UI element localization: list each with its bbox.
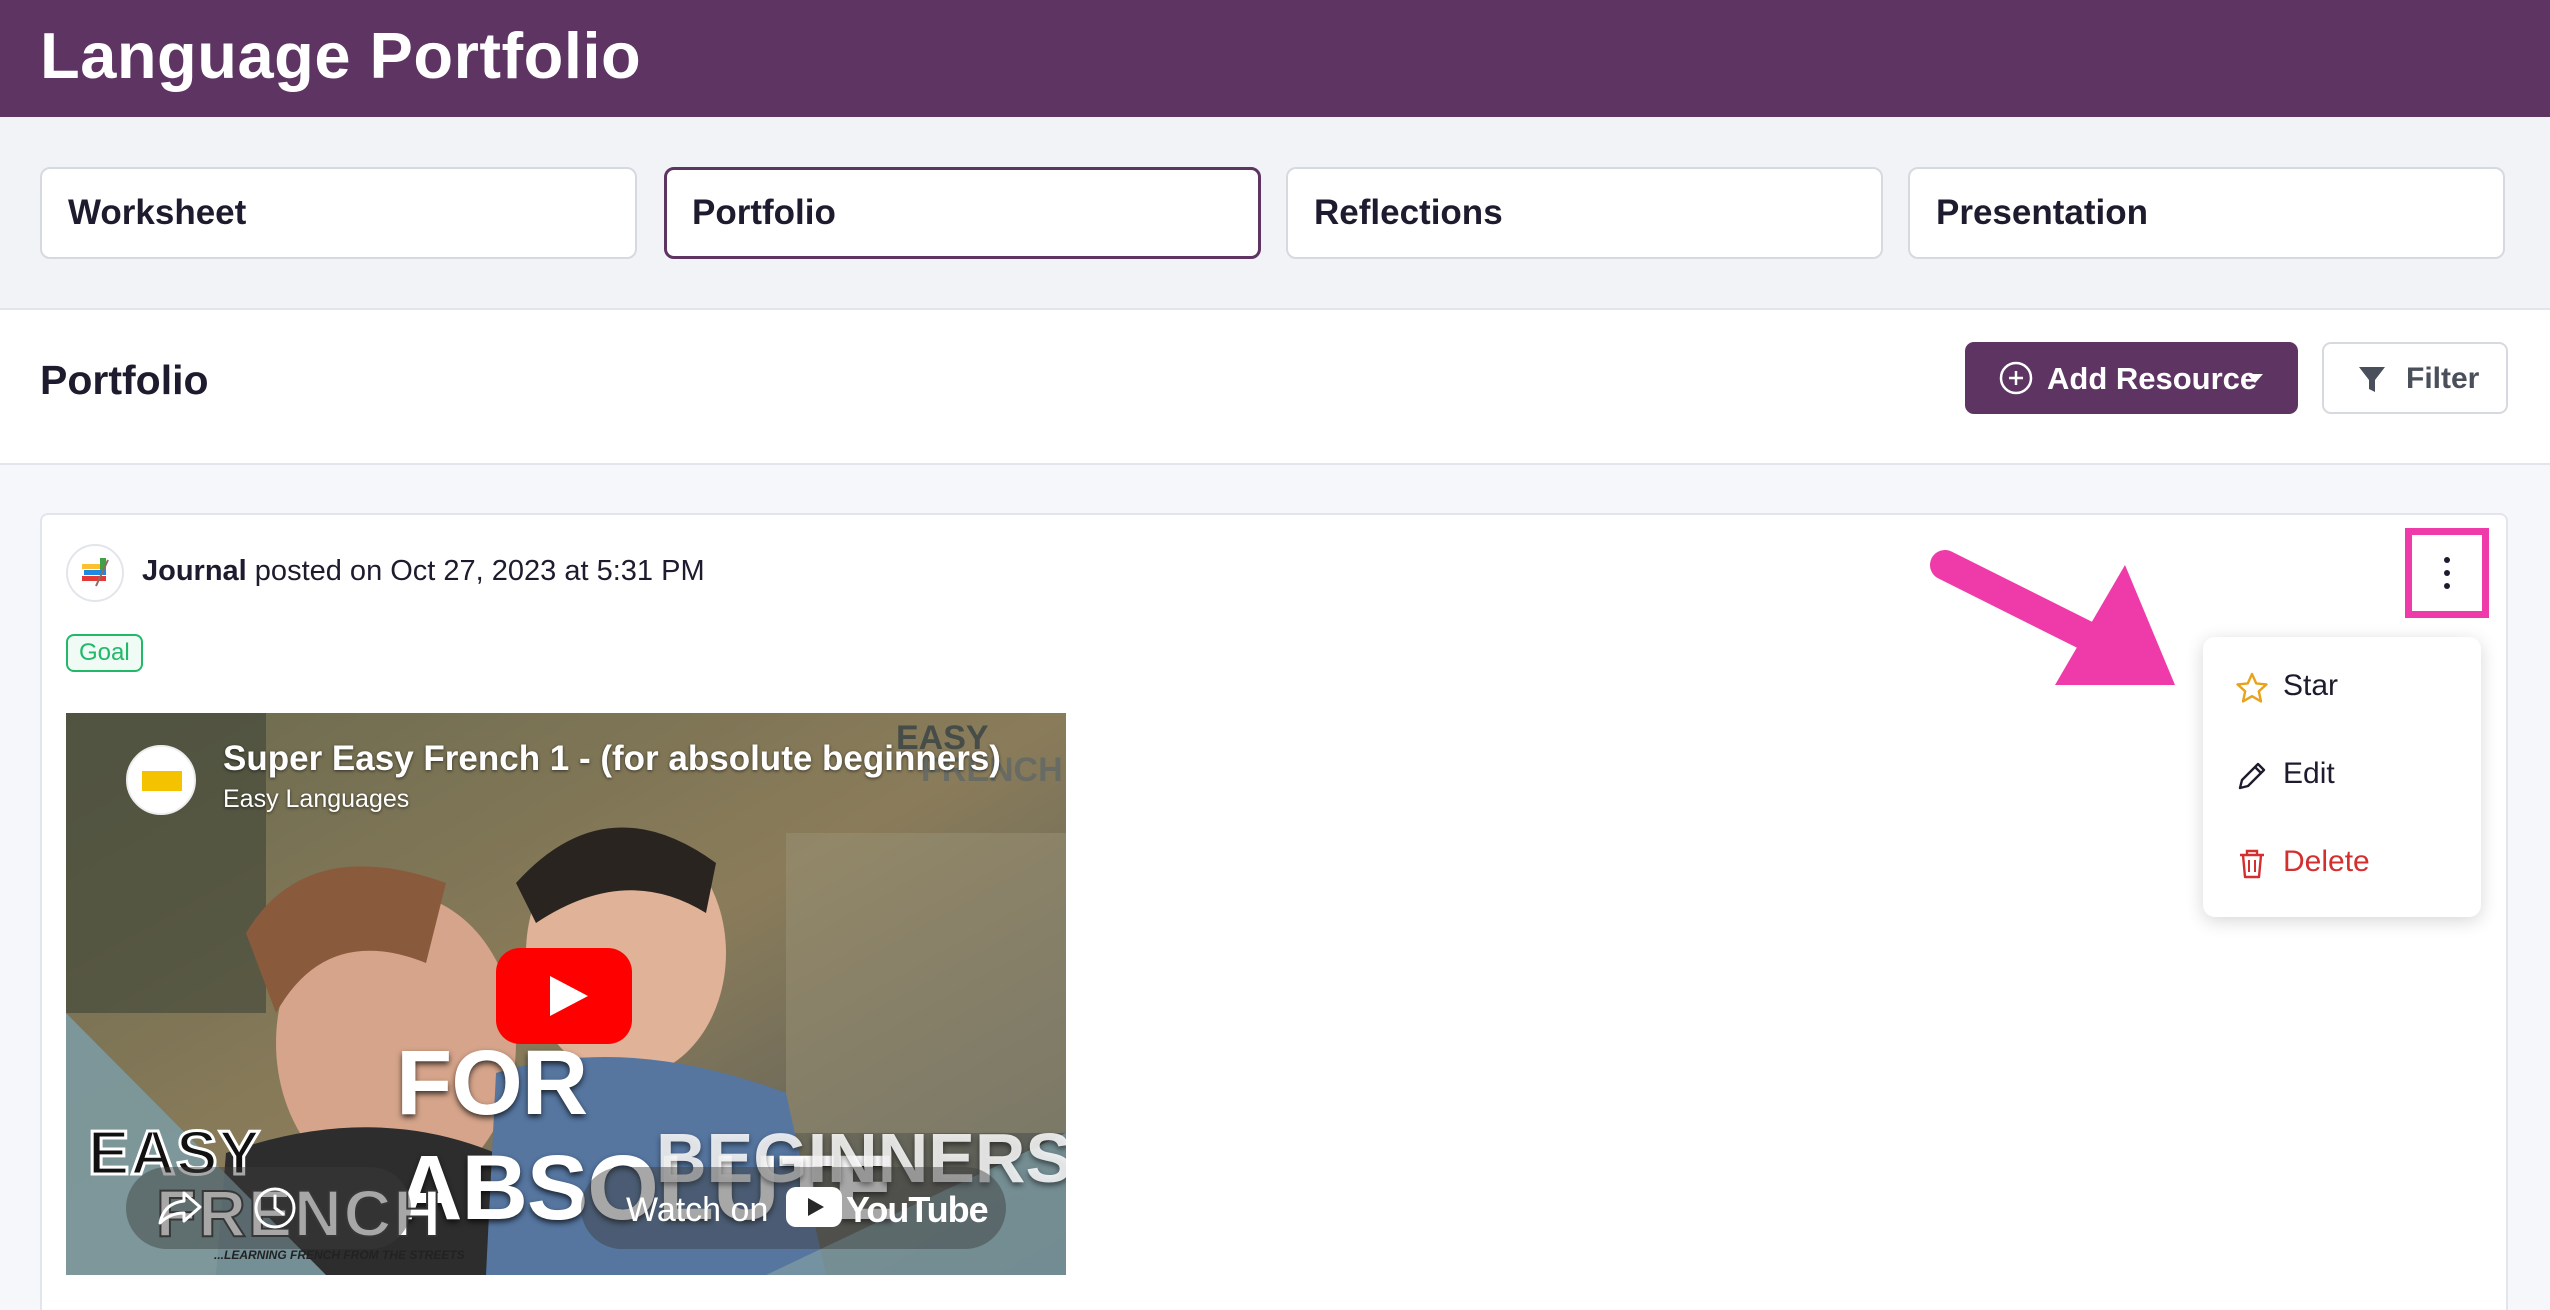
star-icon [2236,672,2268,703]
youtube-logo-icon [786,1187,842,1227]
video-embed[interactable]: EASY FRENCH Super Easy French 1 - (for a… [66,713,1066,1275]
kebab-dot-icon [2444,557,2450,563]
watch-later-icon[interactable] [252,1185,298,1231]
filter-button[interactable]: Filter [2322,342,2508,414]
tab-bar: Worksheet Portfolio Reflections Presenta… [0,117,2550,310]
video-brand-tagline: ...LEARNING FRENCH FROM THE STREETS [214,1248,465,1262]
add-resource-label: Add Resource [2047,361,2258,396]
app-title: Language Portfolio [40,19,642,92]
filter-icon [2359,367,2385,392]
section-title: Portfolio [40,357,209,403]
more-options-button[interactable] [2405,528,2489,618]
tab-reflections[interactable]: Reflections [1286,167,1883,259]
channel-logo[interactable] [126,745,196,815]
video-channel[interactable]: Easy Languages [223,785,409,814]
watch-on-label: Watch on [626,1191,769,1229]
video-title[interactable]: Super Easy French 1 - (for absolute begi… [223,739,1001,779]
tab-worksheet[interactable]: Worksheet [40,167,637,259]
annotation-arrow-icon [1930,550,2175,685]
goal-tag[interactable]: Goal [66,634,143,672]
kebab-dot-icon [2444,570,2450,576]
play-button-icon[interactable] [496,948,632,1044]
journal-icon [82,558,109,587]
add-resource-button[interactable]: Add Resource [1965,342,2298,414]
tab-portfolio[interactable]: Portfolio [664,167,1261,259]
post-author: Journal [142,555,247,587]
kebab-dot-icon [2444,583,2450,589]
journal-avatar [66,544,124,602]
section-header: Portfolio Add Resource Filter [0,310,2550,465]
post-meta: Journal posted on Oct 27, 2023 at 5:31 P… [142,555,705,588]
trash-icon [2240,849,2264,879]
caret-down-icon [2247,374,2263,383]
menu-item-delete[interactable]: Delete [2203,825,2481,905]
menu-item-label: Delete [2283,845,2370,878]
pencil-icon [2238,762,2266,790]
post-date: posted on Oct 27, 2023 at 5:31 PM [246,555,705,587]
post-options-menu: Star Edit Delete [2203,637,2481,917]
app-header: Language Portfolio [0,0,2550,117]
menu-item-edit[interactable]: Edit [2203,737,2481,817]
plus-circle-icon [1999,361,2033,395]
filter-label: Filter [2406,362,2480,395]
tab-presentation[interactable]: Presentation [1908,167,2505,259]
menu-item-label: Edit [2283,757,2335,790]
youtube-wordmark: YouTube [846,1189,989,1230]
share-icon[interactable] [154,1183,204,1233]
menu-item-label: Star [2283,669,2339,702]
menu-item-star[interactable]: Star [2203,649,2481,729]
